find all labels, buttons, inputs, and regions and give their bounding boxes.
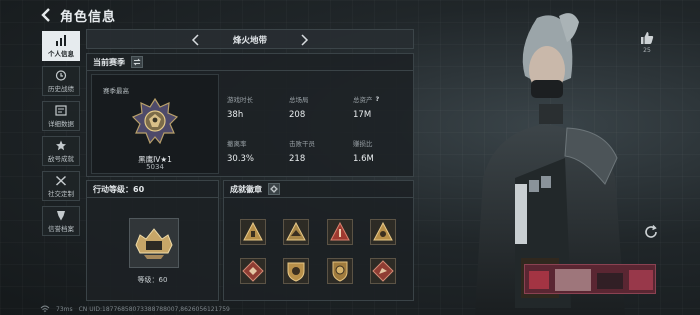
stream-thumbnail[interactable]	[524, 264, 656, 294]
thumbs-up-icon	[641, 32, 654, 44]
uid-text: CN UID:18776858073388788007,862605612175…	[78, 305, 230, 313]
gear-icon	[270, 185, 278, 193]
rank-score: 5034	[146, 163, 164, 171]
rank-emblem-icon	[131, 97, 179, 145]
help-icon[interactable]: ?	[376, 95, 380, 103]
sidebar-item-credit[interactable]: 信誉档案	[42, 206, 80, 236]
stat-extract-rate: 撤离率 30.3%	[227, 138, 254, 164]
diamond-badge-icon	[372, 260, 394, 282]
achievements-panel: 成就徽章	[223, 180, 414, 301]
stat-value: 30.3%	[227, 154, 255, 164]
level-badge-icon	[135, 228, 173, 259]
stat-label: 击败干员	[289, 140, 315, 148]
stat-label: 赚损比	[353, 140, 373, 148]
sidebar-item-label: 信誉档案	[48, 224, 74, 233]
achievements-settings-button[interactable]	[268, 183, 280, 195]
sidebar: 个人信息 历史战绩 详细数据 敌号成就 社交定制 信誉档案	[42, 31, 80, 241]
map-next-button[interactable]	[297, 32, 311, 46]
like-button[interactable]	[640, 30, 654, 44]
sidebar-item-profile[interactable]: 个人信息	[42, 31, 80, 61]
chevron-right-icon	[301, 34, 309, 46]
stat-label-row: 总资产 ?	[353, 94, 379, 104]
action-level-panel: 行动等级：60 等级：60	[86, 180, 219, 301]
achievement-icon	[56, 140, 66, 150]
back-button[interactable]	[38, 6, 54, 24]
achievement-badge-7[interactable]	[327, 258, 353, 284]
achievements-title: 成就徽章	[230, 185, 262, 194]
achievement-badge-3[interactable]	[327, 219, 353, 245]
achievement-badge-5[interactable]	[240, 258, 266, 284]
diamond-badge-icon	[242, 260, 264, 282]
rank-caption: 赛季最高	[103, 87, 129, 95]
shield-icon	[57, 210, 65, 220]
achievement-badge-2[interactable]	[283, 219, 309, 245]
tools-icon	[55, 175, 67, 186]
sidebar-item-history[interactable]: 历史战绩	[42, 66, 80, 96]
like-count: 25	[643, 47, 651, 54]
triangle-badge-icon	[373, 221, 393, 241]
rank-card: 赛季最高 黑鹰IV★1 5034	[91, 74, 219, 174]
stat-value: 38h	[227, 110, 244, 120]
shield-badge-icon	[287, 262, 305, 282]
level-text: 等级：60	[137, 276, 168, 284]
season-panel-header: 当前赛季	[87, 54, 413, 71]
back-arrow-icon	[41, 8, 50, 22]
season-panel: 当前赛季 赛季最高 黑鹰IV★1 5034 游戏时长 38h 总场局 208 总…	[86, 53, 414, 177]
achievements-header: 成就徽章	[224, 181, 413, 198]
stat-label: 撤离率	[227, 140, 247, 148]
stat-profit-ratio: 赚损比 1.6M	[353, 138, 374, 164]
triangle-badge-icon	[330, 221, 350, 241]
stat-play-time: 游戏时长 38h	[227, 94, 253, 120]
sidebar-item-label: 详细数据	[48, 119, 74, 128]
sidebar-item-label: 历史战绩	[48, 84, 74, 93]
stat-value: 208	[289, 110, 306, 120]
action-level-title: 行动等级：60	[93, 185, 145, 194]
stat-label: 总资产	[353, 96, 373, 104]
stat-value: 1.6M	[353, 154, 374, 164]
triangle-badge-icon	[243, 221, 263, 241]
stat-value: 17M	[353, 110, 372, 120]
refresh-icon	[645, 225, 657, 238]
map-selector: 烽火地带	[86, 29, 414, 49]
season-title: 当前赛季	[93, 58, 125, 67]
bar-chart-icon	[56, 34, 66, 46]
sidebar-item-achievement[interactable]: 敌号成就	[42, 136, 80, 166]
stat-kills: 击败干员 218	[289, 138, 315, 164]
history-icon	[55, 69, 67, 81]
level-emblem	[129, 218, 179, 268]
stat-value: 218	[289, 154, 306, 164]
sidebar-item-social[interactable]: 社交定制	[42, 171, 80, 201]
season-switch-button[interactable]	[131, 56, 143, 68]
footer: 73ms CN UID:18776858073388788007,8626056…	[40, 305, 230, 313]
page-title: 角色信息	[60, 10, 117, 25]
achievement-badge-1[interactable]	[240, 219, 266, 245]
rotate-character-button[interactable]	[643, 224, 659, 240]
map-name: 烽火地带	[232, 36, 267, 46]
stat-label: 游戏时长	[227, 96, 253, 104]
achievement-badge-8[interactable]	[370, 258, 396, 284]
stat-label: 总场局	[289, 96, 309, 104]
sidebar-item-label: 个人信息	[48, 49, 74, 58]
swap-icon	[133, 58, 141, 66]
data-icon	[55, 104, 67, 116]
shield-badge-icon	[332, 261, 348, 282]
stat-total-assets: 总资产 ? 17M	[353, 94, 379, 120]
thumbnail-image	[525, 265, 655, 293]
triangle-badge-icon	[286, 221, 306, 241]
wifi-icon	[40, 305, 50, 312]
latency-text: 73ms	[56, 305, 73, 313]
sidebar-item-label: 社交定制	[48, 189, 74, 198]
achievement-badge-6[interactable]	[283, 258, 309, 284]
achievement-badge-4[interactable]	[370, 219, 396, 245]
sidebar-item-data[interactable]: 详细数据	[42, 101, 80, 131]
sidebar-item-label: 敌号成就	[48, 154, 74, 163]
stat-total-matches: 总场局 208	[289, 94, 309, 120]
action-level-header: 行动等级：60	[87, 181, 218, 198]
